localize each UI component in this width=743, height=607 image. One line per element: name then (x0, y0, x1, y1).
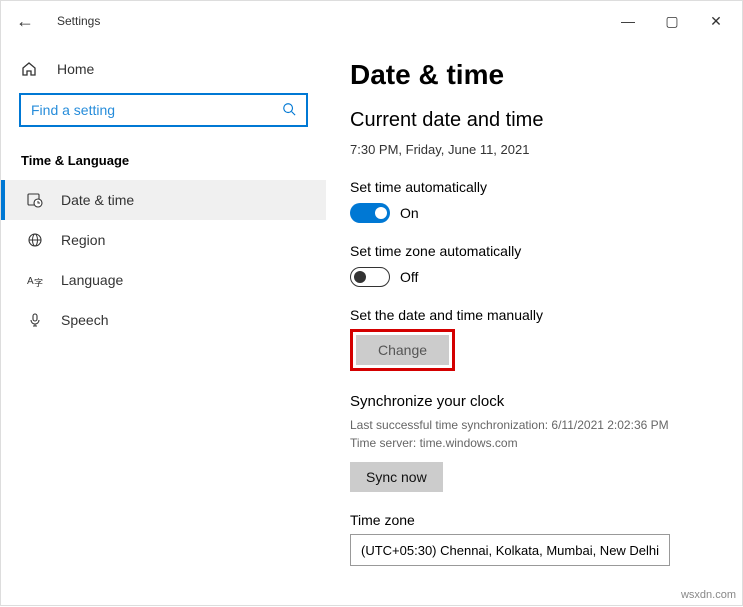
sidebar: Home Time & Language Date & time Region (1, 41, 326, 607)
close-icon: ✕ (710, 13, 722, 30)
sidebar-item-language[interactable]: A字 Language (1, 260, 326, 300)
sidebar-item-label: Language (61, 272, 123, 288)
svg-text:A: A (27, 276, 34, 287)
minimize-icon: — (621, 13, 635, 29)
auto-tz-toggle[interactable] (350, 267, 390, 287)
titlebar: ← Settings — ▢ ✕ (1, 1, 742, 41)
window-controls: — ▢ ✕ (606, 3, 738, 39)
highlight-annotation: Change (350, 329, 455, 371)
back-button[interactable]: ← (5, 1, 45, 41)
close-button[interactable]: ✕ (694, 3, 738, 39)
main-panel: Date & time Current date and time 7:30 P… (326, 41, 742, 607)
calendar-clock-icon (25, 192, 45, 208)
sidebar-item-label: Region (61, 232, 105, 248)
sidebar-item-date-time[interactable]: Date & time (1, 180, 326, 220)
timezone-value: (UTC+05:30) Chennai, Kolkata, Mumbai, Ne… (361, 543, 659, 558)
microphone-icon (25, 312, 45, 328)
svg-text:字: 字 (34, 277, 43, 288)
arrow-left-icon: ← (16, 11, 34, 32)
timezone-select[interactable]: (UTC+05:30) Chennai, Kolkata, Mumbai, Ne… (350, 534, 670, 566)
sync-info: Last successful time synchronization: 6/… (350, 416, 718, 452)
timezone-label: Time zone (350, 512, 718, 528)
category-title: Time & Language (1, 141, 326, 180)
auto-time-toggle[interactable] (350, 203, 390, 223)
app-title: Settings (45, 14, 100, 28)
maximize-icon: ▢ (665, 13, 678, 30)
sync-title: Synchronize your clock (350, 393, 718, 410)
toggle-knob (354, 271, 366, 283)
maximize-button[interactable]: ▢ (650, 3, 694, 39)
sync-last-line: Last successful time synchronization: 6/… (350, 416, 718, 434)
sync-server-line: Time server: time.windows.com (350, 434, 718, 452)
sidebar-item-region[interactable]: Region (1, 220, 326, 260)
globe-icon (25, 232, 45, 248)
manual-set-label: Set the date and time manually (350, 307, 718, 323)
change-button[interactable]: Change (356, 335, 449, 365)
auto-time-state: On (400, 205, 419, 221)
attribution: wsxdn.com (681, 589, 736, 601)
language-icon: A字 (25, 272, 45, 288)
search-field[interactable] (31, 102, 282, 118)
toggle-knob (375, 207, 387, 219)
home-icon (21, 61, 41, 77)
section-subtitle: Current date and time (350, 109, 718, 132)
search-input[interactable] (19, 93, 308, 127)
page-title: Date & time (350, 59, 718, 91)
auto-tz-state: Off (400, 269, 418, 285)
sidebar-item-label: Date & time (61, 192, 134, 208)
search-icon (282, 102, 296, 119)
sidebar-item-label: Speech (61, 312, 108, 328)
home-label: Home (57, 61, 94, 77)
auto-time-label: Set time automatically (350, 179, 718, 195)
minimize-button[interactable]: — (606, 3, 650, 39)
sidebar-home[interactable]: Home (1, 53, 326, 85)
auto-tz-label: Set time zone automatically (350, 243, 718, 259)
sync-now-button[interactable]: Sync now (350, 462, 443, 492)
current-datetime: 7:30 PM, Friday, June 11, 2021 (350, 142, 718, 157)
sidebar-item-speech[interactable]: Speech (1, 300, 326, 340)
